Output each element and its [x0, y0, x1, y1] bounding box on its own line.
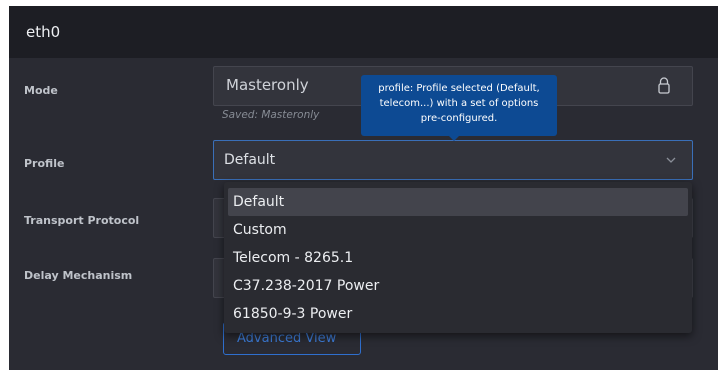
delay-mechanism-label: Delay Mechanism — [24, 269, 133, 282]
profile-label: Profile — [24, 157, 65, 170]
profile-select[interactable]: Default — [213, 140, 693, 180]
mode-value: Masteronly — [226, 76, 309, 94]
transport-protocol-label: Transport Protocol — [24, 214, 140, 227]
tooltip-arrow — [448, 135, 460, 141]
panel-header: eth0 — [9, 6, 718, 58]
dropdown-option-custom[interactable]: Custom — [228, 216, 688, 244]
advanced-view-label: Advanced View — [237, 331, 337, 346]
dropdown-option-telecom-8265-1[interactable]: Telecom - 8265.1 — [228, 244, 688, 272]
profile-tooltip: profile: Profile selected (Default, tele… — [361, 75, 557, 136]
profile-dropdown-menu: Default Custom Telecom - 8265.1 C37.238-… — [224, 182, 692, 333]
profile-value: Default — [224, 152, 276, 168]
mode-saved-hint: Saved: Masteronly — [222, 109, 320, 121]
mode-label: Mode — [24, 84, 58, 97]
chevron-down-icon — [666, 157, 676, 163]
lock-icon — [658, 77, 670, 94]
dropdown-option-61850-9-3-power[interactable]: 61850-9-3 Power — [228, 300, 688, 328]
panel-title: eth0 — [26, 23, 61, 41]
dropdown-option-c37-238-power[interactable]: C37.238-2017 Power — [228, 272, 688, 300]
dropdown-option-default[interactable]: Default — [228, 188, 688, 216]
